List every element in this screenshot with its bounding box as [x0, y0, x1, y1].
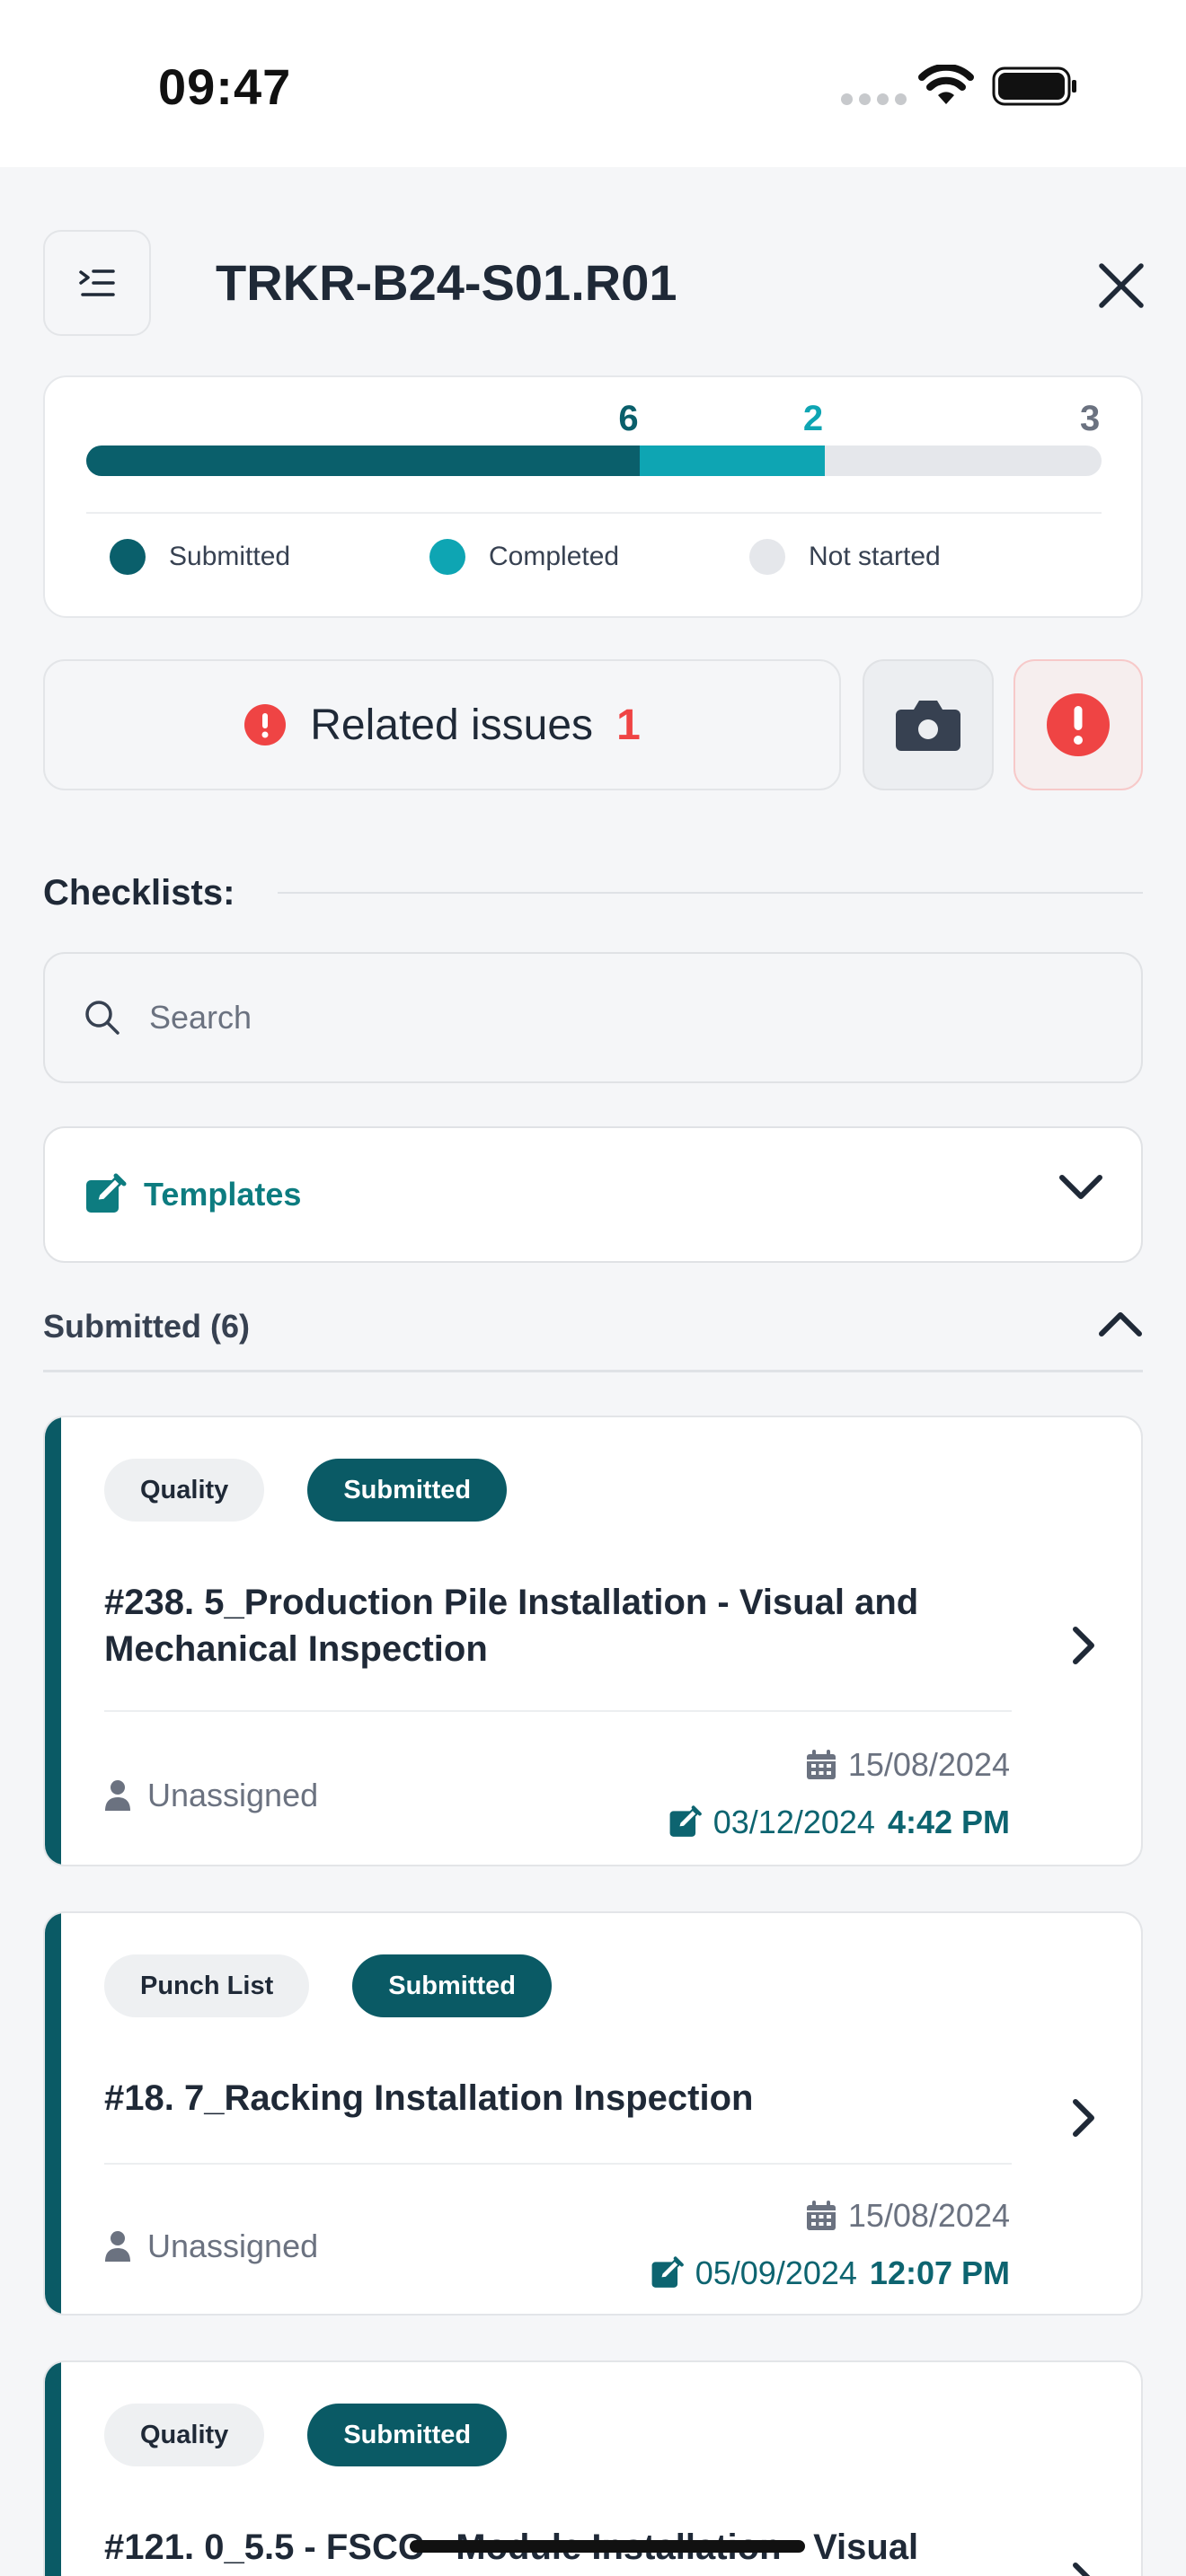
legend-dot — [110, 539, 146, 575]
last-edited: 05/09/2024 12:07 PM — [651, 2254, 1010, 2292]
completed-count: 2 — [802, 399, 824, 438]
divider — [104, 1710, 1012, 1712]
camera-button[interactable] — [863, 659, 994, 790]
wifi-icon — [918, 65, 974, 104]
checklist-title: #18. 7_Racking Installation Inspection — [104, 2078, 754, 2118]
progress-segment-completed — [640, 446, 825, 476]
alert-circle-icon — [1047, 693, 1110, 756]
chevron-right-icon — [1073, 2563, 1091, 2576]
camera-icon — [896, 701, 960, 751]
legend-label: Not started — [809, 542, 941, 571]
chevron-down-icon — [1059, 1175, 1102, 1199]
divider — [278, 892, 1143, 894]
chevron-right-icon — [1073, 1627, 1094, 1664]
checklist-card[interactable]: Quality Submitted #238. 5_Production Pil… — [43, 1416, 1143, 1866]
due-date-text: 15/08/2024 — [847, 2197, 1010, 2234]
chevron-right-icon — [1073, 2099, 1094, 2137]
status-accent — [45, 2362, 61, 2576]
templates-label: Templates — [144, 1176, 302, 1213]
status-badge: Submitted — [352, 1954, 553, 2017]
close-button[interactable] — [1087, 251, 1155, 320]
assignee-name: Unassigned — [147, 1777, 319, 1813]
edit-square-icon — [86, 1173, 127, 1213]
menu-indent-icon — [79, 269, 115, 296]
battery-icon — [992, 66, 1076, 106]
assignee-name: Unassigned — [147, 2228, 319, 2264]
edited-date: 03/12/2024 — [712, 1804, 875, 1840]
templates-dropdown[interactable]: Templates — [43, 1126, 1143, 1263]
close-icon — [1099, 263, 1144, 308]
status-bar: 09:47 — [0, 0, 1186, 167]
actions-row: Related issues 1 — [43, 659, 1143, 790]
due-date-text: 15/08/2024 — [847, 1746, 1010, 1783]
checklist-card[interactable]: Punch List Submitted #18. 7_Racking Inst… — [43, 1911, 1143, 2316]
legend-completed: Completed — [429, 521, 619, 593]
divider — [86, 512, 1102, 514]
submitted-count: 6 — [618, 399, 639, 438]
related-issues-count: 1 — [616, 701, 641, 749]
status-badge: Submitted — [307, 2404, 508, 2466]
calendar-icon — [806, 2201, 836, 2230]
progress-legend: Submitted Completed Not started — [86, 521, 1102, 593]
assignee: Unassigned — [104, 1777, 318, 1814]
edit-square-icon — [651, 2256, 684, 2288]
user-icon — [105, 1780, 130, 1811]
due-date: 15/08/2024 — [805, 2197, 1010, 2235]
search-field[interactable] — [43, 952, 1143, 1083]
related-issues-button[interactable]: Related issues 1 — [43, 659, 841, 790]
legend-dot — [749, 539, 785, 575]
edited-date: 05/09/2024 — [695, 2254, 857, 2291]
legend-label: Submitted — [169, 542, 291, 571]
last-edited: 03/12/2024 4:42 PM — [668, 1804, 1010, 1841]
header: TRKR-B24-S01.R01 — [0, 167, 1186, 374]
alert-circle-icon — [244, 704, 287, 745]
type-badge: Quality — [104, 2404, 265, 2466]
search-icon — [85, 1001, 119, 1035]
report-issue-button[interactable] — [1013, 659, 1143, 790]
edited-time: 4:42 PM — [887, 1804, 1010, 1840]
status-accent — [45, 1913, 61, 2314]
menu-button[interactable] — [43, 230, 151, 336]
search-input[interactable] — [149, 999, 958, 1037]
edited-time: 12:07 PM — [869, 2254, 1010, 2291]
due-date: 15/08/2024 — [805, 1746, 1010, 1784]
status-accent — [45, 1417, 61, 1865]
divider — [104, 2163, 1012, 2165]
not-started-count: 3 — [1080, 399, 1101, 438]
progress-card: 6 2 3 Submitted Completed Not started — [43, 375, 1143, 618]
type-badge: Punch List — [104, 1954, 310, 2017]
group-label: Submitted (6) — [43, 1308, 250, 1345]
type-badge: Quality — [104, 1459, 265, 1522]
legend-not-started: Not started — [749, 521, 941, 593]
clock: 09:47 — [158, 58, 292, 115]
checklist-title: #238. 5_Production Pile Installation - V… — [104, 1583, 919, 1669]
home-indicator[interactable] — [410, 2540, 805, 2553]
calendar-icon — [806, 1750, 836, 1779]
status-badge: Submitted — [307, 1459, 508, 1522]
assignee: Unassigned — [104, 2228, 318, 2265]
user-icon — [105, 2231, 130, 2262]
related-issues-label: Related issues — [310, 701, 594, 749]
progress-segment-submitted — [86, 446, 641, 476]
page-title: TRKR-B24-S01.R01 — [216, 254, 677, 311]
checklists-label: Checklists: — [43, 872, 235, 913]
progress-bar — [86, 446, 1102, 476]
chevron-up-icon[interactable] — [1098, 1310, 1143, 1338]
checklists-heading: Checklists: — [43, 866, 1143, 920]
signal-icon — [841, 93, 907, 105]
submitted-group-header[interactable]: Submitted (6) — [43, 1297, 1143, 1372]
legend-dot — [429, 539, 465, 575]
edit-square-icon — [669, 1805, 702, 1837]
legend-label: Completed — [489, 542, 620, 571]
legend-submitted: Submitted — [110, 521, 290, 593]
